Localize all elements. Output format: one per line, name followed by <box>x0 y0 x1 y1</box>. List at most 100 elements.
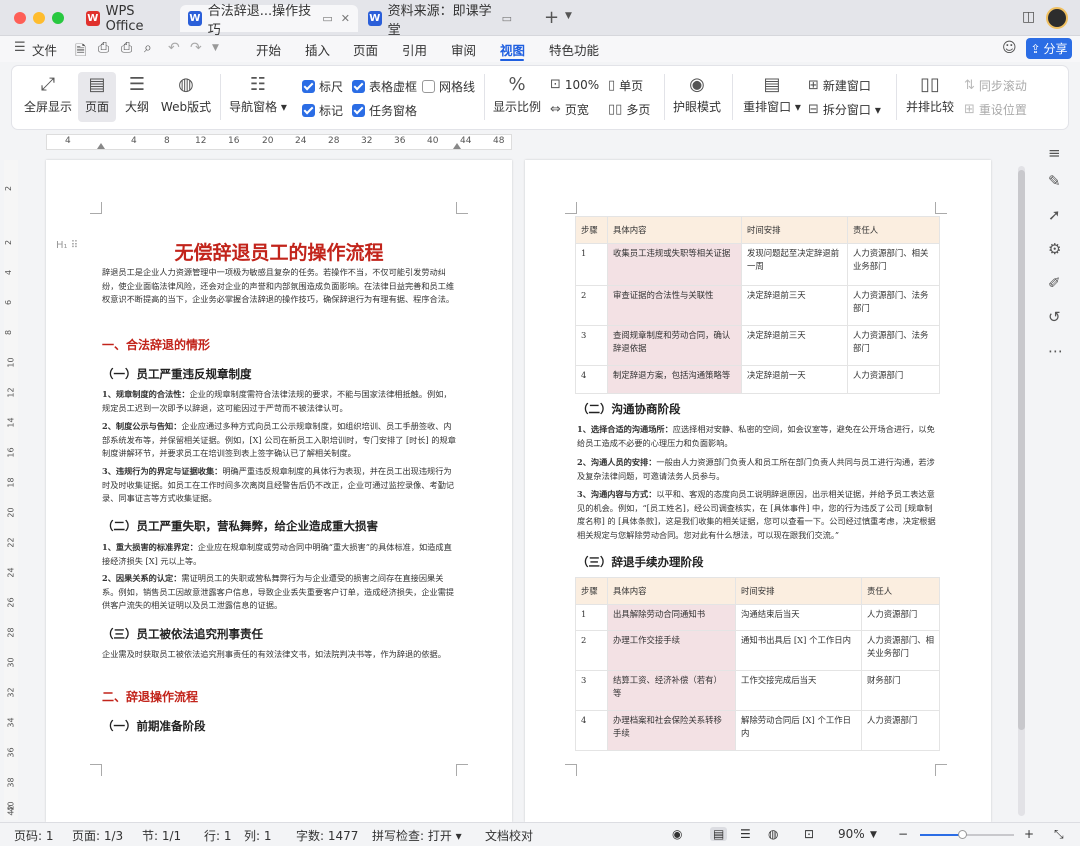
save-icon[interactable]: 🗎 <box>75 40 86 64</box>
eye-mode-button[interactable]: ◉ 护眼模式 <box>672 74 722 115</box>
zoom-button[interactable]: % 显示比例 <box>492 74 542 115</box>
column-indicator[interactable]: 列: 1 <box>244 827 272 844</box>
menu-icon[interactable]: ≡ <box>1048 144 1061 162</box>
rearrange-window-button[interactable]: ▤ 重排窗口 ▾ <box>740 74 804 115</box>
menu-item-insert[interactable]: 插入 <box>305 40 330 59</box>
tab-document-active[interactable]: W 合法辞退...操作技巧 ▭ ✕ <box>180 4 358 38</box>
document-page-2[interactable]: 步骤 具体内容 时间安排 责任人 1 收集员工违规或失职等相关证据 发现问题起至… <box>525 160 991 822</box>
eye-icon[interactable]: ◉ <box>672 827 682 841</box>
table-header-row: 步骤 具体内容 时间安排 责任人 <box>575 577 940 605</box>
fullscreen-icon[interactable]: ⤡ <box>1054 827 1064 842</box>
web-layout-button[interactable]: ◍ Web版式 <box>160 74 212 115</box>
history-icon[interactable]: ↺ <box>1048 308 1061 326</box>
redo-icon[interactable]: ↷ <box>190 40 202 56</box>
title-bar: W WPS Office W 合法辞退...操作技巧 ▭ ✕ W 资料来源：即课… <box>0 0 1080 38</box>
mark-checkbox[interactable]: 标记 <box>302 102 343 119</box>
paragraph: 1、选择合适的沟通场所：应选择相对安静、私密的空间，如会议室等，避免在公开场合进… <box>577 424 935 448</box>
checkbox-unchecked <box>422 80 435 93</box>
section-count[interactable]: 节: 1/1 <box>142 827 181 844</box>
menu-item-reference[interactable]: 引用 <box>402 40 427 59</box>
status-bar: 页码: 1 页面: 1/3 节: 1/1 行: 1 列: 1 字数: 1477 … <box>0 822 1080 846</box>
document-page-1[interactable]: H₁ ⠿ 无偿辞退员工的操作流程 辞退员工是企业人力资源管理中一项极为敏感且复杂… <box>46 160 512 822</box>
multi-page-button[interactable]: ▯▯ 多页 <box>608 101 650 118</box>
fit-page-icon[interactable]: ⊡ <box>804 827 814 841</box>
tab-wps-office[interactable]: W WPS Office <box>78 4 178 34</box>
more-icon[interactable]: ⋯ <box>1048 342 1063 360</box>
document-proofreading[interactable]: 文档校对 <box>485 827 533 844</box>
horizontal-ruler[interactable]: 4 4 8 12 16 20 24 28 32 36 40 44 48 <box>46 134 512 150</box>
menu-item-view[interactable]: 视图 <box>500 40 525 59</box>
new-tab-button[interactable]: + <box>544 7 559 28</box>
share-button[interactable]: ⇪ 分享 <box>1026 38 1072 59</box>
vertical-scrollbar[interactable] <box>1018 166 1025 816</box>
new-window-button[interactable]: ⊞ 新建窗口 <box>808 77 871 94</box>
outline-view-button[interactable]: ☰ 大纲 <box>120 74 154 115</box>
zoom-level[interactable]: 90% <box>838 827 865 841</box>
pen-icon[interactable]: ✎ <box>1048 172 1061 190</box>
spell-check-toggle[interactable]: 拼写检查: 打开 ▾ <box>372 827 462 844</box>
zoom-slider-handle[interactable] <box>958 830 967 839</box>
style-icon[interactable]: ✐ <box>1048 274 1061 292</box>
table-gridlines-checkbox[interactable]: 表格虚框 <box>352 78 417 95</box>
zoom-out-button[interactable]: − <box>898 827 908 841</box>
single-page-button[interactable]: ▯ 单页 <box>608 77 643 94</box>
reset-position-button[interactable]: ⊞ 重设位置 <box>964 101 1027 118</box>
indent-marker[interactable] <box>97 143 105 149</box>
task-pane-checkbox[interactable]: 任务窗格 <box>352 102 417 119</box>
globe-icon: ◍ <box>178 74 194 95</box>
close-tab-icon[interactable]: ✕ <box>341 12 350 25</box>
web-view-status-icon[interactable]: ◍ <box>768 827 778 841</box>
fullscreen-button[interactable]: ⤢ 全屏显示 <box>24 74 72 115</box>
outline-status-icon[interactable]: ☰ <box>740 827 751 841</box>
eye-icon: ◉ <box>689 74 705 95</box>
sync-scroll-button[interactable]: ⇅ 同步滚动 <box>964 77 1027 94</box>
zoom-slider[interactable] <box>920 830 1014 839</box>
split-window-button[interactable]: ⊟ 拆分窗口 ▾ <box>808 101 881 118</box>
zoom-100-button[interactable]: ⊡ 100% <box>550 77 599 92</box>
chevron-down-icon[interactable]: ▼ <box>212 43 219 53</box>
comment-icon[interactable]: ☺ <box>1002 40 1017 56</box>
menu-item-review[interactable]: 审阅 <box>451 40 476 59</box>
page-count[interactable]: 页面: 1/3 <box>72 827 123 844</box>
maximize-window-button[interactable] <box>52 12 64 24</box>
ribbon-view: ⤢ 全屏显示 ▤ 页面 ☰ 大纲 ◍ Web版式 ☷ 导航窗格 ▾ 标尺 表格虚… <box>12 66 1068 129</box>
menu-item-home[interactable]: 开始 <box>256 40 281 59</box>
crop-mark <box>90 202 102 214</box>
page-view-button[interactable]: ▤ 页面 <box>78 72 116 122</box>
side-by-side-button[interactable]: ▯▯ 并排比较 <box>904 74 956 115</box>
sidebar-toggle-icon[interactable]: ◫ <box>1022 9 1035 25</box>
hamburger-menu-icon[interactable]: ☰ <box>14 40 26 55</box>
window-icon: ▭ <box>322 12 333 25</box>
table-row: 1 出具解除劳动合同通知书 沟通结束后当天 人力资源部门 <box>575 604 940 631</box>
ruler-checkbox[interactable]: 标尺 <box>302 78 343 95</box>
undo-icon[interactable]: ↶ <box>168 40 180 56</box>
menu-item-features[interactable]: 特色功能 <box>549 40 599 59</box>
page-number[interactable]: 页码: 1 <box>14 827 54 844</box>
minimize-window-button[interactable] <box>33 12 45 24</box>
print-preview-icon[interactable]: ⌕ <box>144 40 152 56</box>
word-count[interactable]: 字数: 1477 <box>296 827 358 844</box>
zoom-dropdown-icon[interactable]: ▼ <box>870 830 877 840</box>
gridlines-checkbox[interactable]: 网格线 <box>422 78 475 95</box>
nav-pane-button[interactable]: ☷ 导航窗格 ▾ <box>228 74 288 115</box>
chevron-down-icon[interactable]: ▼ <box>565 11 572 21</box>
page-view-status-icon[interactable]: ▤ <box>710 827 728 841</box>
select-arrow-icon[interactable]: ➚ <box>1048 206 1061 224</box>
right-indent-marker[interactable] <box>453 143 461 149</box>
tab-document-2[interactable]: W 资料来源：即课学堂 ▭ <box>360 4 520 38</box>
crop-mark <box>565 202 577 214</box>
row-indicator[interactable]: 行: 1 <box>204 827 232 844</box>
print-icon[interactable]: ⎙ <box>121 40 132 56</box>
close-window-button[interactable] <box>14 12 26 24</box>
page-width-button[interactable]: ⇔ 页宽 <box>550 101 589 118</box>
menu-item-page[interactable]: 页面 <box>353 40 378 59</box>
scrollbar-thumb[interactable] <box>1018 170 1025 730</box>
avatar[interactable] <box>1046 7 1068 29</box>
sync-scroll-icon: ⇅ <box>964 78 975 93</box>
page-view-icon: ▤ <box>88 74 106 95</box>
file-menu[interactable]: 文件 <box>32 40 57 59</box>
export-pdf-icon[interactable]: ⎙ <box>98 40 109 56</box>
subsection-heading: （一）员工严重违反规章制度 <box>102 367 252 381</box>
adjust-sliders-icon[interactable]: ⚙ <box>1048 240 1061 258</box>
zoom-in-button[interactable]: + <box>1024 827 1034 841</box>
